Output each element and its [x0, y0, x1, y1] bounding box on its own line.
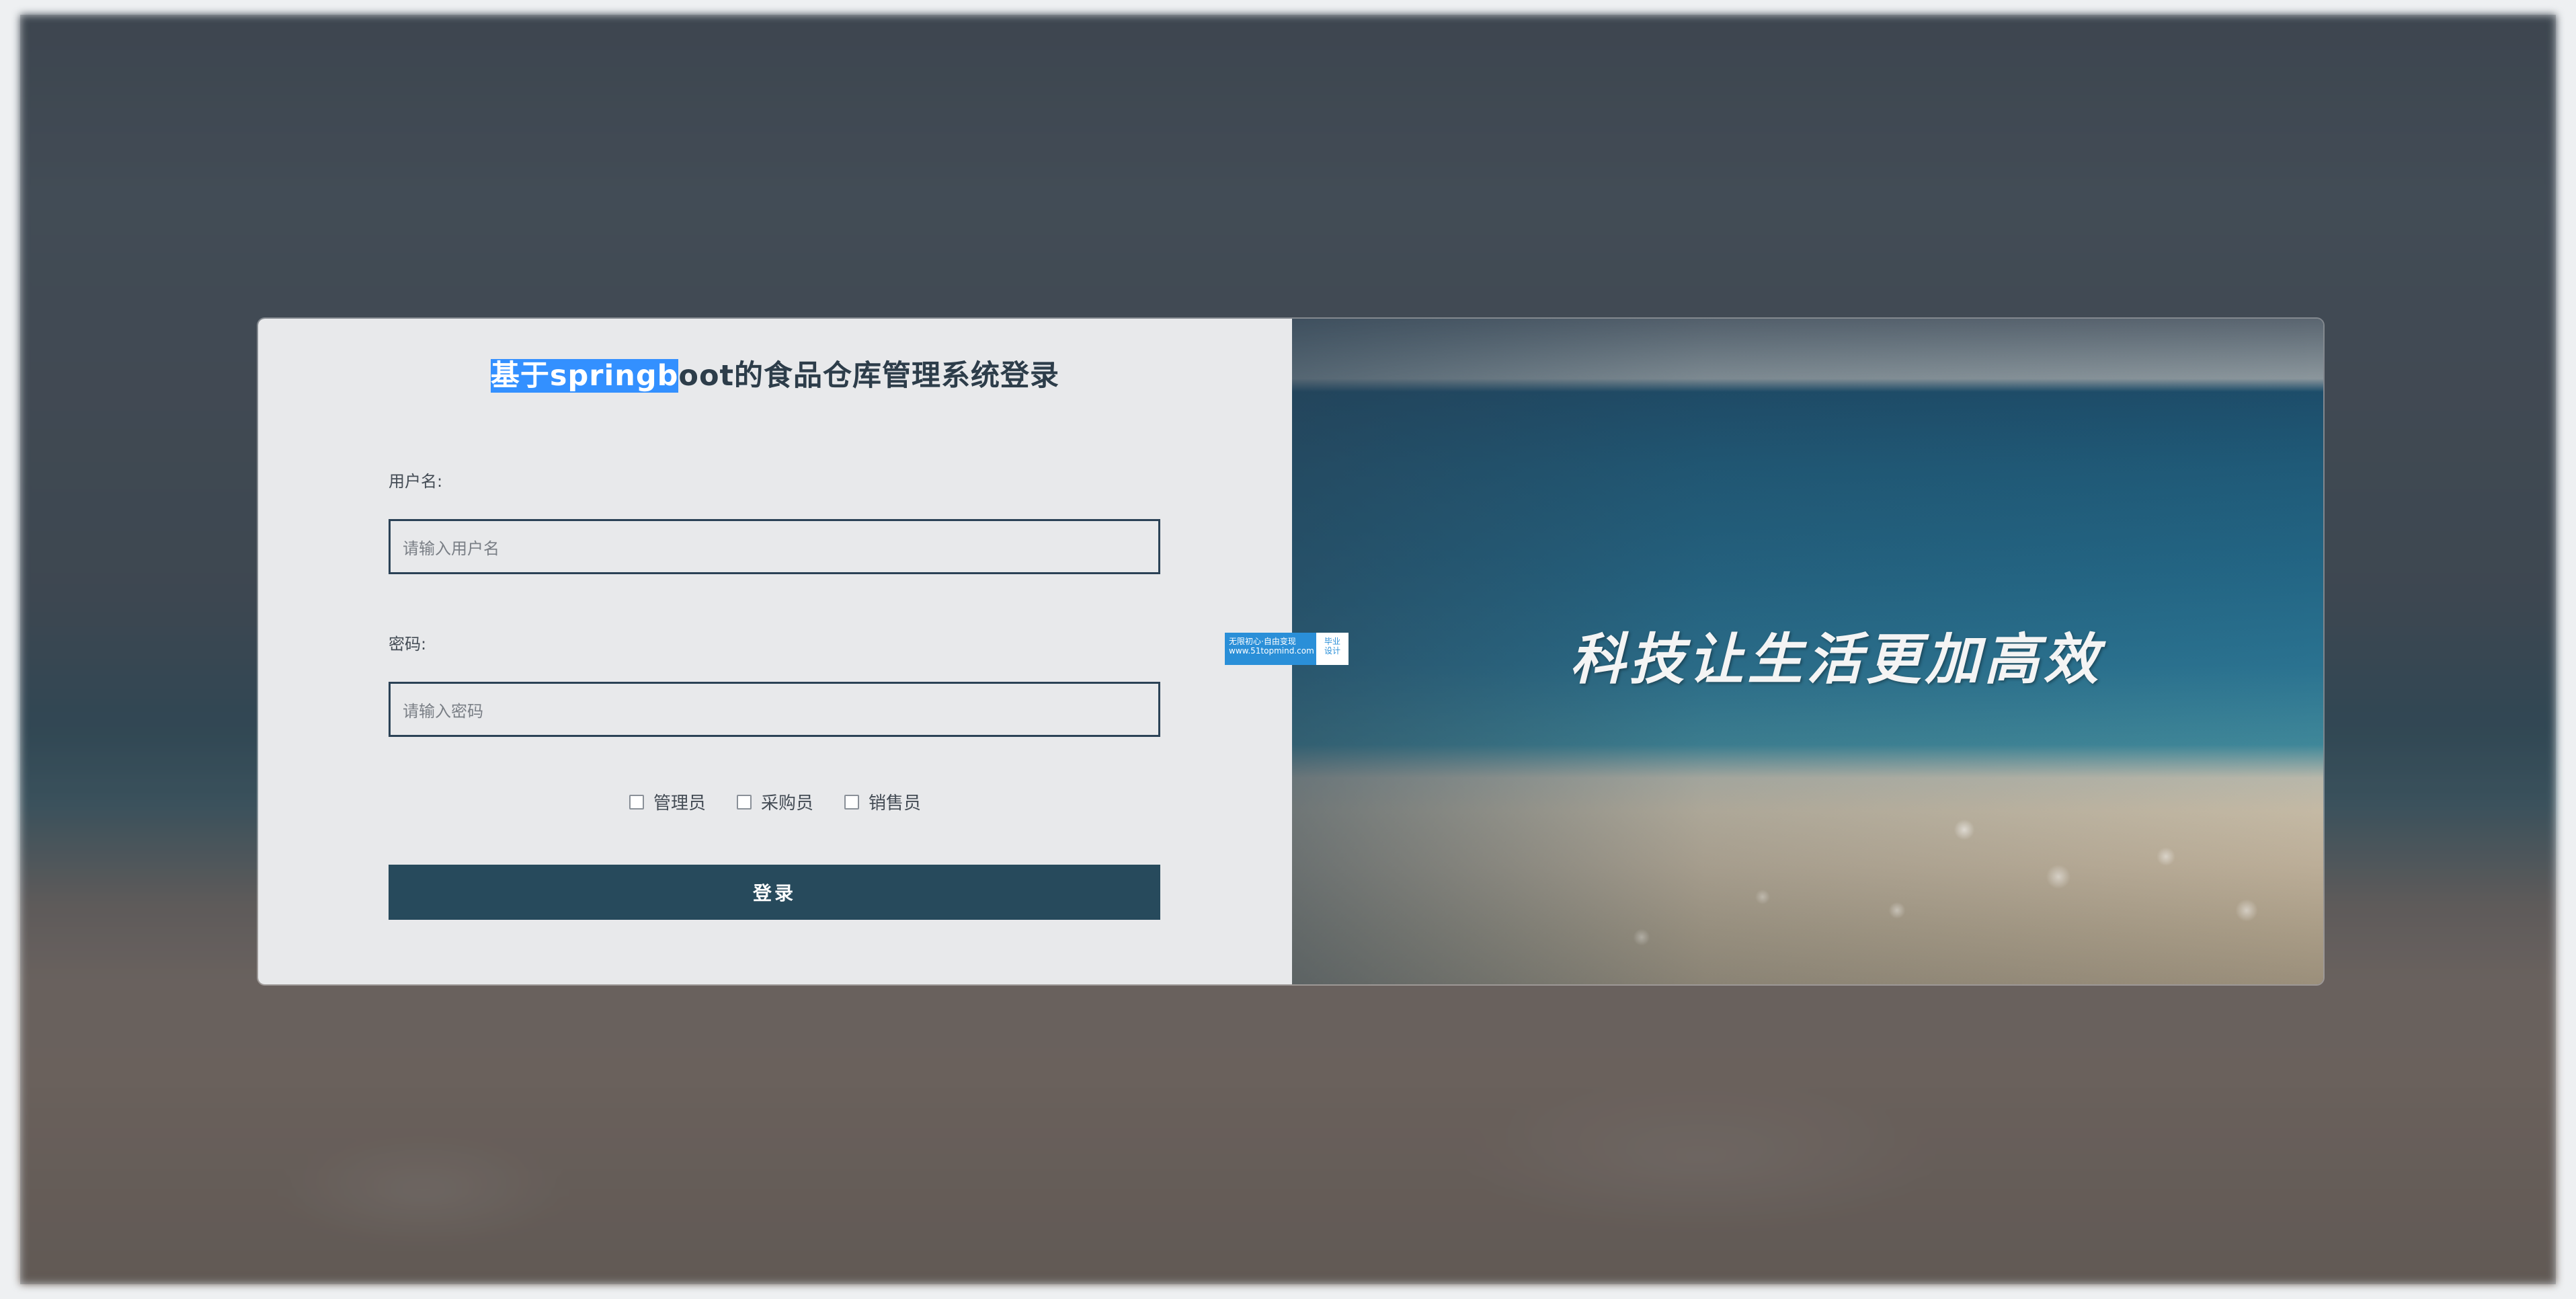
watermark-right-line1: 毕业 — [1324, 637, 1340, 646]
title-selected-text: 基于springb — [490, 359, 679, 393]
watermark-line2: www.51topmind.com — [1229, 646, 1314, 656]
password-placeholder: 请输入密码 — [403, 701, 483, 721]
page-title: 基于springboot的食品仓库管理系统登录 — [258, 352, 1292, 394]
role-selector: 管理员 采购员 销售员 — [258, 789, 1292, 814]
watermark-right-line2: 设计 — [1324, 646, 1340, 656]
role-purchaser-label: 采购员 — [760, 793, 813, 814]
username-label: 用户名: — [389, 472, 443, 491]
role-seller-label: 销售员 — [869, 793, 922, 814]
role-admin-label: 管理员 — [653, 793, 706, 814]
password-input[interactable]: 请输入密码 — [389, 682, 1160, 737]
login-form-panel: 基于springboot的食品仓库管理系统登录 用户名: 请输入用户名 密码: … — [258, 319, 1292, 984]
role-admin-checkbox[interactable] — [629, 794, 644, 810]
role-admin-option[interactable]: 管理员 — [629, 789, 706, 814]
watermark-line1: 无限初心·自由变现 — [1229, 637, 1296, 646]
role-purchaser-checkbox[interactable] — [736, 794, 752, 810]
role-purchaser-option[interactable]: 采购员 — [736, 789, 813, 814]
password-label: 密码: — [389, 635, 427, 654]
slogan-text: 科技让生活更加高效 — [1570, 628, 2103, 692]
title-text: oot的食品仓库管理系统登录 — [678, 359, 1060, 393]
role-seller-checkbox[interactable] — [844, 794, 859, 810]
login-button[interactable]: 登录 — [389, 865, 1160, 920]
role-seller-option[interactable]: 销售员 — [844, 789, 921, 814]
beach-scene — [1292, 776, 2323, 984]
username-placeholder: 请输入用户名 — [403, 539, 499, 558]
username-input[interactable]: 请输入用户名 — [389, 519, 1160, 574]
watermark-left: 无限初心·自由变现 www.51topmind.com — [1225, 633, 1316, 665]
watermark-right: 毕业 设计 — [1316, 633, 1349, 665]
hero-image-panel: 科技让生活更加高效 — [1292, 319, 2323, 984]
watermark-badge: 无限初心·自由变现 www.51topmind.com 毕业 设计 — [1225, 633, 1349, 665]
